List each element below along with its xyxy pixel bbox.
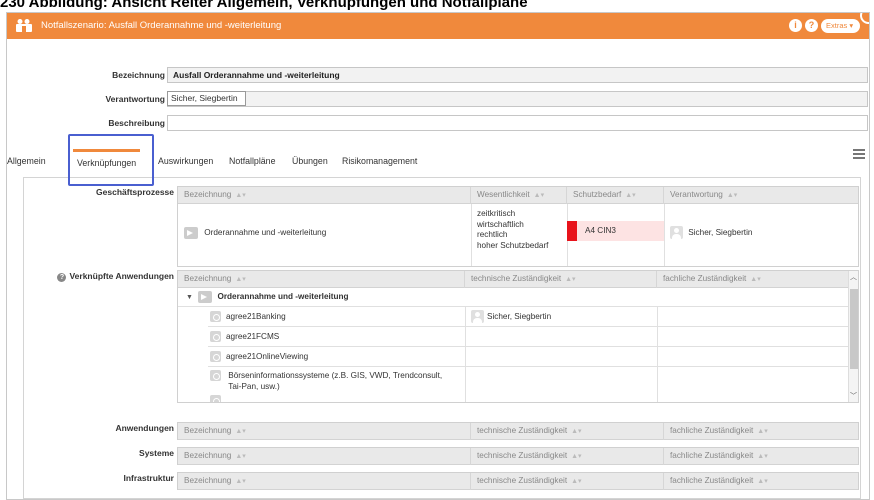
- verantwortung-field-bg: [167, 91, 868, 107]
- schutzbedarf-indicator: [567, 221, 577, 241]
- process-name: Orderannahme und -weiterleitung: [204, 228, 327, 238]
- column-header[interactable]: Wesentlichkeit ▲▾: [471, 187, 567, 204]
- application-icon: [210, 370, 221, 381]
- column-header[interactable]: Verantwortung ▲▾: [664, 187, 858, 204]
- application-icon: [210, 395, 221, 402]
- tab-notfallplaene[interactable]: Notfallpläne: [229, 156, 275, 166]
- anwendungen-label: Anwendungen: [115, 423, 174, 433]
- column-header[interactable]: fachliche Zuständigkeit ▲▾: [664, 448, 858, 465]
- geschaeftsprozesse-table: Bezeichnung ▲▾ Wesentlichkeit ▲▾ Schutzbed…: [177, 186, 859, 267]
- infrastruktur-table: Bezeichnung ▲▾ technische Zuständigkeit ▲▾…: [177, 472, 859, 490]
- tab-content: Geschäftsprozesse Bezeichnung ▲▾ Wesentli…: [23, 177, 861, 499]
- tab-highlight-box: [68, 134, 154, 186]
- tab-allgemein[interactable]: Allgemein: [7, 156, 46, 166]
- list-item[interactable]: Börseninformationssysteme (z.B. GIS, VWD…: [210, 370, 442, 392]
- verantwortung-field[interactable]: Sicher, Siegbertin: [167, 91, 246, 106]
- scrollbar-thumb[interactable]: [850, 289, 858, 369]
- infrastruktur-label: Infrastruktur: [123, 473, 174, 483]
- column-header[interactable]: technische Zuständigkeit ▲▾: [471, 448, 664, 465]
- table-header: Bezeichnung ▲▾ Wesentlichkeit ▲▾ Schutzbed…: [178, 187, 858, 204]
- column-header[interactable]: technische Zuständigkeit ▲▾: [465, 271, 657, 288]
- table-row[interactable]: Orderannahme und -weiterleitung: [184, 227, 326, 239]
- extras-button[interactable]: Extras ▾: [821, 19, 860, 33]
- column-header[interactable]: Bezeichnung ▲▾: [178, 448, 471, 465]
- list-item[interactable]: [210, 395, 221, 402]
- menu-icon[interactable]: [853, 149, 865, 159]
- column-header[interactable]: Schutzbedarf ▲▾: [567, 187, 664, 204]
- scroll-up-icon[interactable]: ︿: [850, 272, 857, 282]
- application-icon: [210, 331, 221, 342]
- anwendungen-table: Bezeichnung ▲▾ technische Zuständigkeit ▲▾…: [177, 422, 859, 440]
- schutzbedarf-cell: A4 CIN3: [567, 221, 664, 241]
- figure-caption: 230 Abbildung: Ansicht Reiter Allgemein,…: [0, 0, 528, 11]
- window-title: Notfallszenario: Ausfall Orderannahme un…: [41, 20, 282, 31]
- title-bar: Notfallszenario: Ausfall Orderannahme un…: [7, 13, 869, 39]
- application-icon: [210, 351, 221, 362]
- scrollbar[interactable]: ︿ ﹀: [848, 271, 858, 402]
- systeme-table: Bezeichnung ▲▾ technische Zuständigkeit ▲▾…: [177, 447, 859, 465]
- application-icon: [210, 311, 221, 322]
- column-header[interactable]: Bezeichnung ▲▾: [178, 423, 471, 440]
- help-icon[interactable]: ?: [57, 273, 67, 282]
- tab-risikomanagement[interactable]: Risikomanagement: [342, 156, 417, 166]
- verantwortung-label: Verantwortung: [105, 94, 165, 104]
- table-header: Bezeichnung ▲▾ technische Zuständigkeit ▲▾…: [178, 271, 848, 288]
- info-icon[interactable]: i: [789, 19, 802, 32]
- user-icon: [670, 226, 683, 239]
- bezeichnung-field[interactable]: Ausfall Orderannahme und -weiterleitung: [167, 67, 868, 83]
- technisch-cell: Sicher, Siegbertin: [471, 310, 551, 323]
- bezeichnung-label: Bezeichnung: [112, 70, 165, 80]
- tab-auswirkungen[interactable]: Auswirkungen: [158, 156, 213, 166]
- verknuepfte-anwendungen-table: Bezeichnung ▲▾ technische Zuständigkeit ▲▾…: [177, 270, 859, 403]
- verantwortung-cell: Sicher, Siegbertin: [670, 226, 752, 239]
- caret-down-icon[interactable]: ▼: [186, 294, 193, 301]
- list-item[interactable]: agree21FCMS: [210, 331, 279, 342]
- column-header[interactable]: fachliche Zuständigkeit ▲▾: [664, 473, 858, 490]
- column-header[interactable]: technische Zuständigkeit ▲▾: [471, 423, 664, 440]
- scenario-icon: [16, 19, 32, 32]
- process-icon: [184, 227, 198, 239]
- dialog-window: Notfallszenario: Ausfall Orderannahme un…: [6, 12, 870, 500]
- geschaeftsprozesse-label: Geschäftsprozesse: [96, 187, 174, 197]
- tab-uebungen[interactable]: Übungen: [292, 156, 328, 166]
- list-item[interactable]: agree21OnlineViewing: [210, 351, 308, 362]
- column-header[interactable]: technische Zuständigkeit ▲▾: [471, 473, 664, 490]
- verknuepfte-anwendungen-label: ? Verknüpfte Anwendungen: [24, 271, 174, 282]
- list-item[interactable]: agree21Banking: [210, 311, 286, 322]
- wesentlichkeit-cell: zeitkritisch wirtschaftlich rechtlich ho…: [477, 209, 549, 250]
- beschreibung-label: Beschreibung: [108, 118, 165, 128]
- user-icon: [471, 310, 484, 323]
- column-header[interactable]: Bezeichnung ▲▾: [178, 473, 471, 490]
- column-header[interactable]: Bezeichnung ▲▾: [178, 187, 471, 204]
- column-header[interactable]: fachliche Zuständigkeit ▲▾: [657, 271, 848, 288]
- process-icon: [198, 291, 213, 303]
- corner-decoration: [860, 13, 869, 24]
- schutzbedarf-value: A4 CIN3: [585, 226, 616, 235]
- column-header[interactable]: Bezeichnung ▲▾: [178, 271, 465, 288]
- group-row[interactable]: ▼ Orderannahme und -weiterleitung: [186, 291, 349, 303]
- beschreibung-field[interactable]: [167, 115, 868, 131]
- column-header[interactable]: fachliche Zuständigkeit ▲▾: [664, 423, 858, 440]
- systeme-label: Systeme: [139, 448, 174, 458]
- scroll-down-icon[interactable]: ﹀: [850, 391, 857, 401]
- help-icon[interactable]: ?: [805, 19, 818, 32]
